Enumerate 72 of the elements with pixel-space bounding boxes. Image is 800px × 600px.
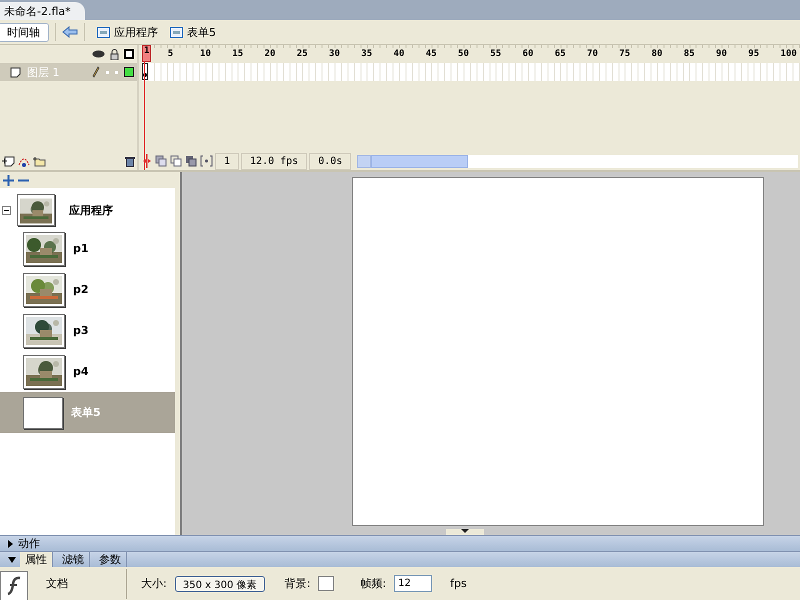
breadcrumb-link[interactable]: 表单5 [187, 24, 216, 40]
horizontal-scrollbar[interactable] [357, 154, 798, 168]
frame-number: 60 [522, 49, 534, 59]
frame-number: 25 [296, 49, 308, 59]
add-layer-icon[interactable] [2, 156, 15, 166]
collapse-icon[interactable] [8, 556, 16, 562]
frame-rate-input[interactable]: 12 [394, 575, 432, 592]
screen-label[interactable]: 应用程序 [69, 202, 113, 218]
add-icon[interactable] [3, 174, 14, 186]
frame-number: 35 [361, 49, 372, 59]
collapse-handle[interactable] [446, 529, 484, 535]
frame-rate-field: 12.0 fps [241, 152, 308, 170]
center-frame-icon[interactable] [141, 154, 153, 168]
frame-number: 65 [554, 49, 566, 59]
lock-icon[interactable] [110, 48, 119, 60]
frame-number: 55 [490, 49, 502, 59]
frame-rate-label: 帧频: [360, 576, 386, 591]
add-folder-icon[interactable] [33, 156, 46, 166]
frame-number: 75 [619, 49, 630, 59]
expand-icon[interactable] [8, 540, 14, 548]
panel-tab[interactable]: 参数 [94, 552, 127, 567]
panel-title[interactable]: 动作 [18, 536, 40, 551]
frame-number: 95 [748, 49, 760, 59]
frame-number: 85 [684, 49, 695, 59]
layer-icon [10, 66, 21, 78]
layer-name: 图层 1 [27, 64, 60, 80]
screen-item[interactable]: p2 [0, 269, 175, 310]
onion-skin-icon[interactable] [155, 155, 168, 167]
screen-item[interactable]: p4 [0, 351, 175, 392]
frame-number: 70 [587, 49, 598, 59]
screen-icon [170, 26, 183, 38]
playhead[interactable]: 1 [142, 45, 152, 62]
document-tab[interactable]: 未命名-2.fla* [0, 2, 85, 20]
eye-icon[interactable] [92, 50, 105, 58]
panel-tab[interactable]: 属性 [20, 552, 53, 567]
size-label: 大小: [141, 576, 167, 591]
frame-number: 90 [716, 49, 727, 59]
screen-item[interactable]: p1 [0, 228, 175, 269]
edit-frames-icon[interactable] [185, 155, 198, 167]
pencil-icon [92, 66, 100, 78]
frame-number: 10 [200, 49, 211, 59]
frame-number: 50 [458, 49, 469, 59]
current-frame-field: 1 [215, 152, 240, 170]
onion-outline-icon[interactable] [170, 155, 183, 167]
size-button[interactable]: 350 x 300 像素 [174, 576, 265, 592]
color-swatch[interactable] [318, 576, 334, 591]
add-guide-icon[interactable] [17, 156, 31, 166]
frame-number: 100 [780, 49, 797, 59]
back-arrow-icon[interactable] [62, 26, 78, 38]
panel-tab[interactable]: 滤镜 [57, 552, 90, 567]
frame-number: 5 [168, 49, 174, 59]
frame-number: 15 [232, 49, 244, 59]
background-label: 背景: [284, 576, 310, 591]
frame-number: 20 [264, 49, 276, 59]
frame-number: 45 [426, 49, 437, 59]
breadcrumb-link[interactable]: 应用程序 [114, 24, 158, 40]
trash-icon[interactable] [125, 156, 135, 166]
timeline-button[interactable]: 时间轴 [0, 22, 49, 42]
outline-icon[interactable] [124, 49, 134, 59]
blank-thumbnail [23, 396, 63, 428]
collapse-icon[interactable] [2, 206, 11, 214]
frame-number: 30 [329, 49, 340, 59]
elapsed-time-field: 0.0s [309, 152, 352, 170]
fps-label: fps [450, 577, 467, 590]
flash-logo-icon [0, 570, 28, 600]
frame-number: 40 [394, 49, 404, 59]
frame-number: 80 [652, 49, 662, 59]
screen-item[interactable]: p3 [0, 310, 175, 351]
document-label: 文档 [46, 576, 68, 591]
outline-color-icon[interactable] [124, 67, 134, 77]
screen-icon [97, 26, 110, 38]
marker-range-icon[interactable] [200, 155, 213, 167]
